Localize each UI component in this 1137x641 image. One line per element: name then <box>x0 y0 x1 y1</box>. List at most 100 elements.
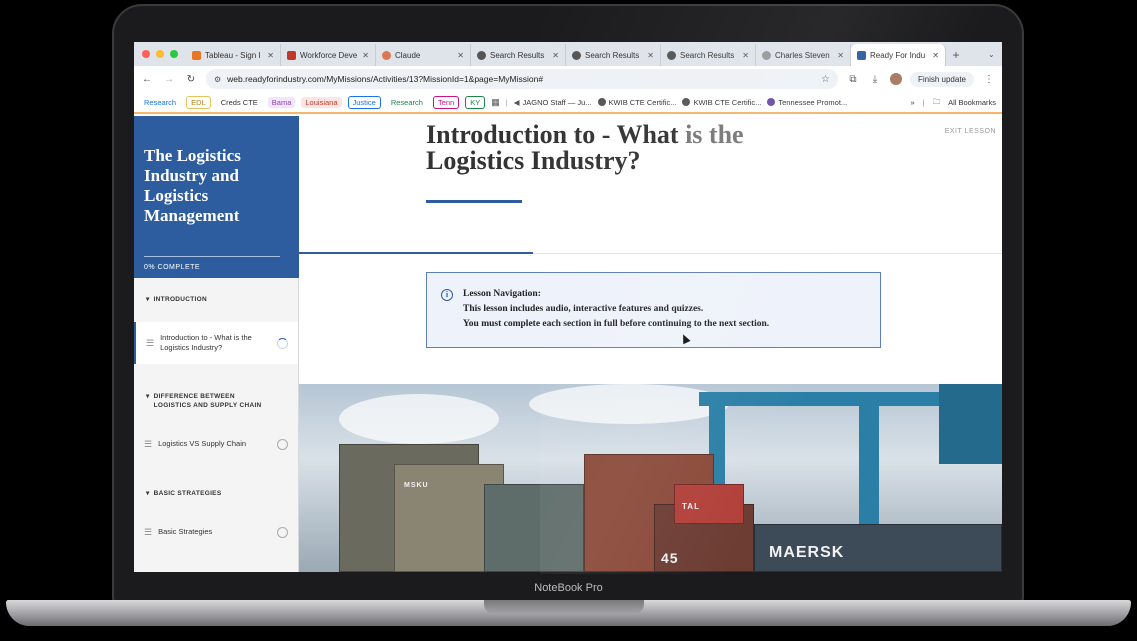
minimize-window-button[interactable] <box>156 50 164 58</box>
bookmark-research-2[interactable]: Research <box>387 97 427 108</box>
lesson-title: Introduction to - What is the Logistics I… <box>426 122 846 174</box>
laptop-brand-label: NoteBook Pro <box>534 582 603 594</box>
tab-title: Search Results <box>490 50 545 60</box>
close-tab-icon[interactable]: ✕ <box>647 51 654 60</box>
bookmark-louisiana[interactable]: Louisiana <box>301 96 342 108</box>
finish-update-button[interactable]: Finish update <box>909 71 974 87</box>
close-tab-icon[interactable]: ✕ <box>267 51 274 60</box>
section-toggle-difference[interactable]: ▾ DIFFERENCE BETWEEN LOGISTICS AND SUPPL… <box>134 392 284 410</box>
reload-icon[interactable]: ↻ <box>184 74 198 85</box>
course-sidebar: The Logistics Industry and Logistics Man… <box>134 116 299 572</box>
new-tab-button[interactable]: + <box>946 44 966 66</box>
tab-workforce[interactable]: Workforce Deve ✕ <box>281 44 376 66</box>
url-text: web.readyforindustry.com/MyMissions/Acti… <box>227 74 544 84</box>
tab-title: Charles Steven <box>775 50 830 60</box>
lesson-logistics-vs-supply-chain[interactable]: ☰ Logistics VS Supply Chain <box>134 434 298 454</box>
container-label: MAERSK <box>769 544 845 561</box>
close-tab-icon[interactable]: ✕ <box>742 51 749 60</box>
close-tab-icon[interactable]: ✕ <box>362 51 369 60</box>
bookmark-justice[interactable]: Justice <box>347 95 381 109</box>
close-window-button[interactable] <box>142 50 150 58</box>
lesson-title-part: Logistics Industry? <box>426 146 641 175</box>
lesson-main: Introduction to - What is the Logistics I… <box>299 116 1002 572</box>
caret-down-icon: ▾ <box>146 393 150 400</box>
exit-lesson-link[interactable]: EXIT LESSON <box>945 128 996 135</box>
notice-heading: Lesson Navigation: <box>463 289 541 299</box>
tab-charles-steven[interactable]: Charles Steven ✕ <box>756 44 851 66</box>
lesson-label: Introduction to - What is the Logistics … <box>160 333 252 352</box>
section-toggle-basic-strategies[interactable]: ▾ BASIC STRATEGIES <box>134 489 233 498</box>
extensions-icon[interactable]: ⧉ <box>846 74 860 85</box>
bookmark-creds-cte[interactable]: Creds CTE <box>217 97 262 108</box>
lesson-title-part: is the <box>685 120 744 149</box>
tab-claude[interactable]: Claude ✕ <box>376 44 471 66</box>
container-label: MSKU <box>404 482 429 489</box>
bookmark-kwib-1[interactable]: KWIB CTE Certific... <box>597 98 676 107</box>
bookmark-tennessee-promot[interactable]: Tennessee Promot... <box>767 98 847 107</box>
lesson-navigation-notice: i Lesson Navigation: This lesson include… <box>426 272 881 348</box>
tab-ready-for-industry[interactable]: Ready For Indu ✕ <box>851 44 946 66</box>
tab-search-chevron-icon[interactable]: ⌄ <box>988 44 1002 66</box>
bookmark-star-icon[interactable]: ☆ <box>821 74 830 85</box>
bookmark-ky[interactable]: KY <box>465 95 486 109</box>
crane-cab <box>939 384 1002 464</box>
bookmarks-right: » | 🗀 All Bookmarks <box>910 96 996 109</box>
notice-line: You must complete each section in full b… <box>463 319 770 329</box>
globe-icon <box>762 50 771 60</box>
lesson-label: Basic Strategies <box>158 527 213 536</box>
bookmark-separator: | <box>505 97 508 107</box>
lesson-intro[interactable]: ☰ Introduction to - What is the Logistic… <box>134 322 298 364</box>
download-icon[interactable]: ⤓ <box>868 74 882 85</box>
close-tab-icon[interactable]: ✕ <box>837 51 844 60</box>
site-settings-icon[interactable]: ⚙ <box>214 75 221 84</box>
back-arrow-icon[interactable]: ← <box>140 74 154 85</box>
globe-icon <box>667 50 676 60</box>
lesson-basic-strategies[interactable]: ☰ Basic Strategies <box>134 522 298 542</box>
ready-for-industry-icon <box>857 50 866 60</box>
tab-search-results-3[interactable]: Search Results ✕ <box>661 44 756 66</box>
all-bookmarks-link[interactable]: All Bookmarks <box>948 98 996 107</box>
tab-title: Search Results <box>680 50 735 60</box>
container-label: 45 <box>661 550 679 566</box>
title-underline <box>426 200 522 203</box>
not-started-icon <box>277 526 288 538</box>
bookmark-tenn[interactable]: Tenn <box>432 95 460 109</box>
bookmarks-bar: Research EDL Creds CTE Bama Louisiana Ju… <box>134 92 1002 114</box>
claude-icon <box>382 50 391 60</box>
close-tab-icon[interactable]: ✕ <box>932 51 939 60</box>
folder-icon: 🗀 <box>932 96 941 106</box>
not-started-icon <box>277 438 288 450</box>
more-bookmarks-chevron-icon[interactable]: » <box>910 98 914 107</box>
in-progress-icon <box>277 337 288 349</box>
close-tab-icon[interactable]: ✕ <box>552 51 559 60</box>
close-tab-icon[interactable]: ✕ <box>457 51 464 60</box>
globe-icon <box>597 98 606 106</box>
apps-grid-icon[interactable]: ▦ <box>491 97 500 108</box>
maximize-window-button[interactable] <box>170 50 178 58</box>
tab-title: Search Results <box>585 50 640 60</box>
more-menu-icon[interactable]: ⋮ <box>982 74 996 85</box>
globe-icon <box>477 50 486 60</box>
caret-down-icon: ▾ <box>146 296 150 303</box>
forward-arrow-icon[interactable]: → <box>162 74 176 85</box>
window-controls <box>134 42 186 66</box>
bookmark-bama[interactable]: Bama <box>267 96 296 108</box>
tab-title: Ready For Indu <box>870 50 926 60</box>
bookmark-kwib-2[interactable]: KWIB CTE Certific... <box>682 98 761 107</box>
bookmark-research[interactable]: Research <box>140 97 180 108</box>
bookmark-label: JAGNO Staff — Ju... <box>522 97 592 107</box>
web-page: The Logistics Industry and Logistics Man… <box>134 116 1002 572</box>
tab-search-results-2[interactable]: Search Results ✕ <box>566 44 661 66</box>
tab-title: Claude <box>395 50 421 60</box>
tab-tableau[interactable]: Tableau - Sign I ✕ <box>186 44 281 66</box>
screen: Tableau - Sign I ✕ Workforce Deve ✕ Clau… <box>134 42 1002 572</box>
address-bar[interactable]: ⚙ web.readyforindustry.com/MyMissions/Ac… <box>206 69 838 89</box>
lesson-lines-icon: ☰ <box>146 337 155 348</box>
bookmark-jagno-staff[interactable]: ◀ JAGNO Staff — Ju... <box>514 98 592 107</box>
info-icon: i <box>441 289 453 301</box>
cloud-shape <box>339 394 499 444</box>
profile-avatar[interactable] <box>889 73 902 85</box>
bookmark-edl[interactable]: EDL <box>186 95 211 109</box>
tab-search-results-1[interactable]: Search Results ✕ <box>471 44 566 66</box>
section-toggle-introduction[interactable]: ▾ INTRODUCTION <box>134 295 219 304</box>
